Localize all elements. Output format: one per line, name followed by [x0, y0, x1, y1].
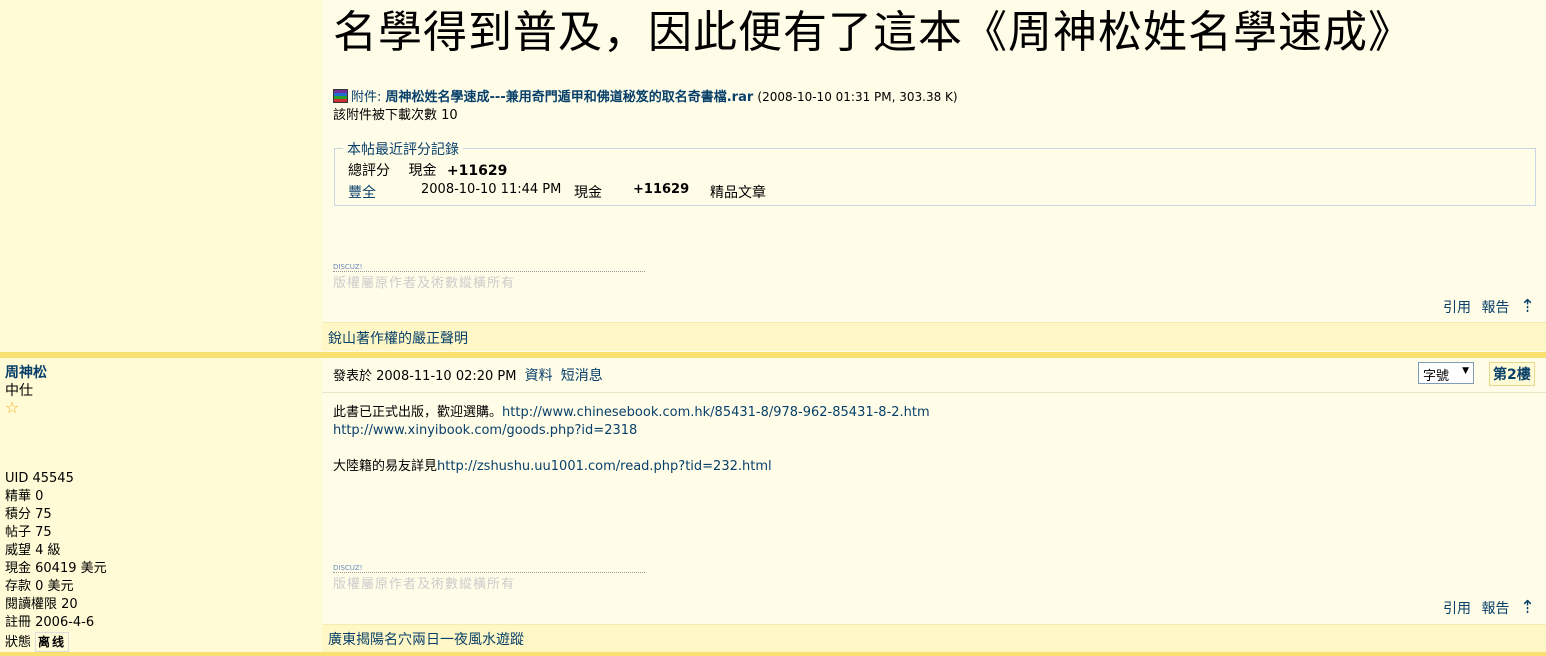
- quote-button[interactable]: 引用: [1443, 601, 1471, 617]
- rating-total-row: 總評分 現金 +11629: [348, 160, 507, 180]
- download-count: 該附件被下載次數 10: [333, 108, 458, 123]
- body-line-2: http://www.xinyibook.com/goods.php?id=23…: [333, 422, 930, 440]
- rating-reason: 精品文章: [710, 185, 766, 201]
- status-label: 狀態: [5, 635, 32, 650]
- attachment-line: 附件: 周神松姓名學速成---兼用奇門遁甲和佛道秘笈的取名奇書檔.rar (20…: [333, 86, 958, 105]
- post1-actions: 引用 報告 ⇡: [1437, 296, 1535, 317]
- rating-value: +11629: [633, 182, 690, 197]
- floor-number[interactable]: 第2樓: [1489, 362, 1535, 386]
- back-to-top-icon[interactable]: ⇡: [1520, 597, 1535, 618]
- profile-link[interactable]: 資料: [525, 368, 553, 384]
- stat-status: 狀態 离线: [5, 632, 107, 652]
- attachment-link[interactable]: 周神松姓名學速成---兼用奇門遁甲和佛道秘笈的取名奇書檔.rar: [386, 90, 754, 105]
- signature-post2: DISCUZ! 版權屬原作者及術數縱橫所有: [333, 564, 645, 592]
- book-link-1[interactable]: http://www.chinesebook.com.hk/85431-8/97…: [502, 405, 930, 420]
- back-to-top-icon[interactable]: ⇡: [1520, 296, 1535, 317]
- posted-time: 發表於 2008-11-10 02:20 PM: [333, 369, 517, 384]
- rating-box: [334, 148, 1536, 206]
- rating-total-currency: 現金: [408, 163, 437, 179]
- post2-actions: 引用 報告 ⇡: [1437, 597, 1535, 618]
- chevron-down-icon: ▼: [1462, 366, 1469, 376]
- stat-deposit: 存款 0 美元: [5, 579, 74, 594]
- rater-link[interactable]: 豐全: [348, 185, 376, 201]
- font-size-label: 字號: [1423, 369, 1450, 384]
- sig-logo: DISCUZ!: [333, 564, 363, 572]
- stat-posts: 帖子 75: [5, 525, 52, 540]
- report-button[interactable]: 報告: [1481, 300, 1509, 316]
- quote-button[interactable]: 引用: [1443, 300, 1471, 316]
- post2-meta: 發表於 2008-11-10 02:20 PM 資料 短消息: [333, 365, 603, 385]
- rar-file-icon: [333, 89, 348, 103]
- stat-prestige: 威望 4 級: [5, 543, 61, 558]
- offline-badge: 离线: [35, 632, 70, 652]
- attachment-label: 附件:: [351, 90, 382, 105]
- rating-total-value: +11629: [446, 163, 508, 179]
- body-line-1: 此書已正式出版，歡迎選購。http://www.chinesebook.com.…: [333, 404, 930, 422]
- signature-post1: DISCUZ! 版權屬原作者及術數縱橫所有: [333, 263, 645, 291]
- post1-footer-bar: [322, 322, 1546, 351]
- stat-digest: 精華 0: [5, 489, 44, 504]
- book-link-3[interactable]: http://zshushu.uu1001.com/read.php?tid=2…: [437, 459, 772, 474]
- author-column-post1: [0, 0, 322, 352]
- sig-text: 版權屬原作者及術數縱橫所有: [333, 577, 516, 592]
- stat-cash: 現金 60419 美元: [5, 561, 107, 576]
- stat-read-perm: 閱讀權限 20: [5, 597, 78, 612]
- post1-footer-link[interactable]: 銳山著作權的嚴正聲明: [328, 328, 468, 348]
- sig-logo: DISCUZ!: [333, 263, 363, 271]
- post-divider-bottom: [0, 652, 1546, 656]
- author-rank: 中仕: [5, 383, 33, 399]
- rating-time: 2008-10-10 11:44 PM: [421, 182, 562, 197]
- body-text-3: 大陸籍的易友詳見: [333, 459, 438, 474]
- post2-body: 此書已正式出版，歡迎選購。http://www.chinesebook.com.…: [333, 404, 930, 476]
- sig-text: 版權屬原作者及術數縱橫所有: [333, 276, 516, 291]
- book-link-2[interactable]: http://www.xinyibook.com/goods.php?id=23…: [333, 423, 637, 438]
- report-button[interactable]: 報告: [1481, 601, 1509, 617]
- rating-legend: 本帖最近評分記錄: [343, 139, 463, 159]
- attachment-meta: (2008-10-10 01:31 PM, 303.38 K): [757, 90, 958, 104]
- body-text-1: 此書已正式出版，歡迎選購。: [333, 405, 503, 420]
- font-size-select[interactable]: 字號 ▼: [1418, 362, 1474, 384]
- rating-currency: 現金: [574, 185, 602, 201]
- rating-total-label: 總評分: [348, 163, 390, 179]
- star-icon: ☆: [5, 398, 20, 417]
- stat-uid: UID 45545: [5, 471, 74, 486]
- stat-register: 註冊 2006-4-6: [5, 615, 95, 630]
- stat-points: 積分 75: [5, 507, 52, 522]
- rating-detail-row: 豐全 2008-10-10 11:44 PM 現金 +11629 精品文章: [348, 182, 766, 202]
- author-name[interactable]: 周神松: [5, 362, 47, 382]
- body-line-3: 大陸籍的易友詳見http://zshushu.uu1001.com/read.p…: [333, 458, 930, 476]
- author-stats: UID 45545 精華 0 積分 75 帖子 75 威望 4 級 現金 604…: [5, 470, 107, 652]
- post1-big-text: 名學得到普及，因此便有了這本《周神松姓名學速成》: [333, 7, 1413, 58]
- post2-footer-link[interactable]: 廣東揭陽名穴兩日一夜風水遊蹤: [328, 629, 524, 649]
- pm-link[interactable]: 短消息: [561, 368, 603, 384]
